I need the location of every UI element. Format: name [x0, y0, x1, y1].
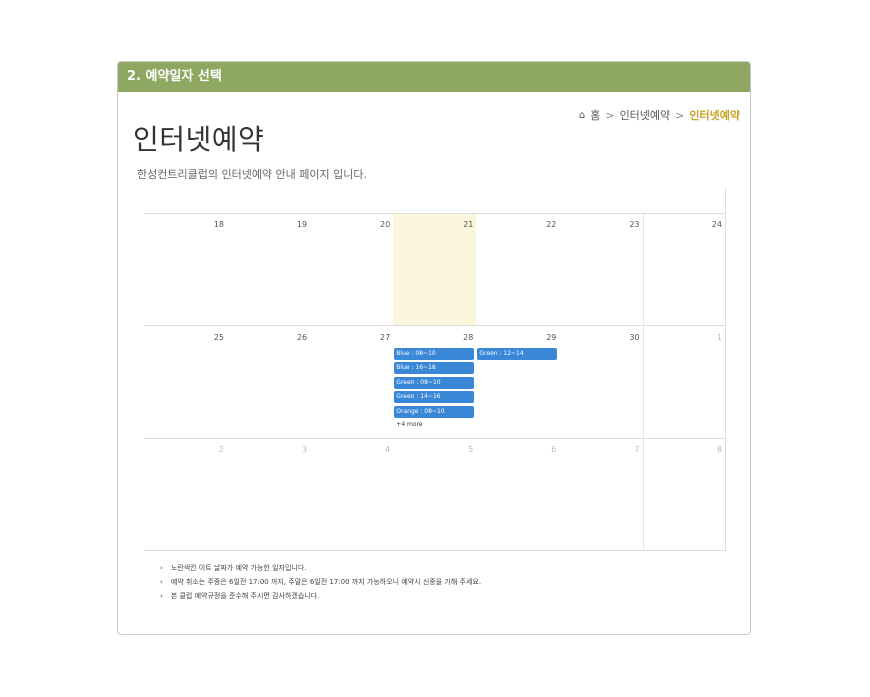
page-title: 인터넷예약	[133, 123, 265, 156]
calendar: 18 19 20 21 22 23 24 25 26 27 28 Blue : 08~10 Blue :…	[144, 188, 726, 552]
calendar-day[interactable]: 5	[393, 439, 476, 550]
note-text: 예약 취소는 주중은 6일전 17:00 까지, 주말은 6일전 17:00 까…	[170, 578, 482, 586]
note-text: 본 클럽 예약규정을 준수해 주시면 감사하겠습니다.	[170, 592, 320, 600]
calendar-event[interactable]: Blue : 08~10	[394, 347, 475, 360]
day-number[interactable]: 5	[468, 445, 473, 454]
calendar-day[interactable]: 30	[560, 327, 643, 438]
day-number[interactable]: 22	[546, 220, 556, 229]
day-number[interactable]: 19	[297, 220, 307, 229]
day-number[interactable]: 6	[551, 445, 556, 454]
calendar-day[interactable]: 19	[227, 214, 310, 325]
calendar-day[interactable]: 1	[642, 326, 726, 438]
day-number[interactable]: 30	[629, 333, 639, 342]
bullet-icon: ›	[160, 592, 163, 600]
day-number[interactable]: 4	[385, 445, 390, 454]
day-number[interactable]: 3	[302, 445, 307, 454]
calendar-day[interactable]: 6	[476, 439, 559, 550]
calendar-event[interactable]: Green : 12~14	[477, 347, 558, 360]
breadcrumb-current[interactable]: 인터넷예약	[689, 107, 740, 123]
calendar-day[interactable]: 26	[227, 327, 310, 438]
calendar-day[interactable]: 22	[476, 214, 559, 325]
day-number[interactable]: 27	[380, 333, 390, 342]
calendar-day[interactable]: 2	[144, 439, 227, 550]
calendar-day[interactable]: 8	[642, 439, 726, 551]
calendar-day[interactable]: 20	[310, 214, 393, 325]
panel-header: 2. 예약일자 선택	[118, 62, 750, 92]
home-icon[interactable]: ⌂	[579, 110, 585, 121]
day-number[interactable]: 18	[214, 220, 224, 229]
day-number[interactable]: 26	[297, 333, 307, 342]
day-number[interactable]: 23	[629, 220, 639, 229]
calendar-event[interactable]: Blue : 16~18	[394, 362, 475, 375]
day-number[interactable]: 2	[219, 445, 224, 454]
day-number[interactable]: 24	[712, 220, 722, 229]
event-list: Blue : 08~10 Blue : 16~18 Green : 08~10 Gre…	[394, 347, 475, 428]
calendar-day[interactable]: 24	[642, 214, 726, 325]
calendar-header	[144, 188, 726, 214]
calendar-day[interactable]: 23	[560, 214, 643, 325]
chevron-right-icon: >	[605, 108, 615, 122]
day-number[interactable]: 28	[463, 333, 473, 342]
reservation-panel: 2. 예약일자 선택 ⌂ 홈 > 인터넷예약 > 인터넷예약 인터넷예약 한성컨…	[117, 61, 751, 635]
calendar-event[interactable]: Green : 08~10	[394, 376, 475, 389]
page-subtitle: 한성컨트리클럽의 인터넷예약 안내 페이지 입니다.	[137, 168, 368, 181]
note-item: › 본 클럽 예약규정을 준수해 주시면 감사하겠습니다.	[160, 589, 481, 603]
calendar-event[interactable]: Orange : 08~10	[394, 405, 475, 418]
chevron-right-icon: >	[675, 108, 685, 122]
calendar-week: 2 3 4 5 6 7 8	[144, 439, 726, 552]
calendar-day[interactable]: 18	[144, 214, 227, 325]
calendar-day[interactable]: 28 Blue : 08~10 Blue : 16~18 Green : 08~10 G…	[393, 327, 476, 438]
calendar-day[interactable]: 25	[144, 327, 227, 438]
day-number[interactable]: 29	[546, 333, 556, 342]
more-events-link[interactable]: +4 more	[394, 421, 474, 428]
calendar-day[interactable]: 27	[310, 327, 393, 438]
note-item: › 예약 취소는 주중은 6일전 17:00 까지, 주말은 6일전 17:00…	[160, 575, 481, 589]
calendar-event[interactable]: Green : 14~16	[394, 391, 475, 404]
day-number[interactable]: 8	[717, 445, 722, 454]
day-number[interactable]: 7	[634, 445, 639, 454]
calendar-day[interactable]: 29 Green : 12~14	[476, 327, 559, 438]
calendar-day[interactable]: 21	[393, 214, 477, 325]
notes-list: › 노란색칸 이트 날짜가 예약 가능한 일자입니다. › 예약 취소는 주중은…	[160, 561, 481, 603]
calendar-week: 18 19 20 21 22 23 24	[144, 214, 726, 326]
calendar-day[interactable]: 4	[310, 439, 393, 550]
bullet-icon: ›	[160, 578, 163, 586]
calendar-day[interactable]: 3	[227, 439, 310, 550]
breadcrumb: ⌂ 홈 > 인터넷예약 > 인터넷예약	[579, 107, 740, 123]
calendar-week: 25 26 27 28 Blue : 08~10 Blue : 16~18 Green : …	[144, 326, 726, 439]
breadcrumb-home[interactable]: 홈	[590, 107, 600, 123]
breadcrumb-item[interactable]: 인터넷예약	[620, 107, 671, 123]
day-number[interactable]: 20	[380, 220, 390, 229]
event-list: Green : 12~14	[477, 347, 558, 363]
day-number[interactable]: 21	[463, 220, 473, 229]
day-number[interactable]: 25	[214, 333, 224, 342]
bullet-icon: ›	[160, 564, 163, 572]
divider	[725, 188, 726, 214]
note-item: › 노란색칸 이트 날짜가 예약 가능한 일자입니다.	[160, 561, 481, 575]
calendar-day[interactable]: 7	[560, 439, 643, 550]
note-text: 노란색칸 이트 날짜가 예약 가능한 일자입니다.	[170, 564, 307, 572]
day-number[interactable]: 1	[717, 333, 722, 342]
